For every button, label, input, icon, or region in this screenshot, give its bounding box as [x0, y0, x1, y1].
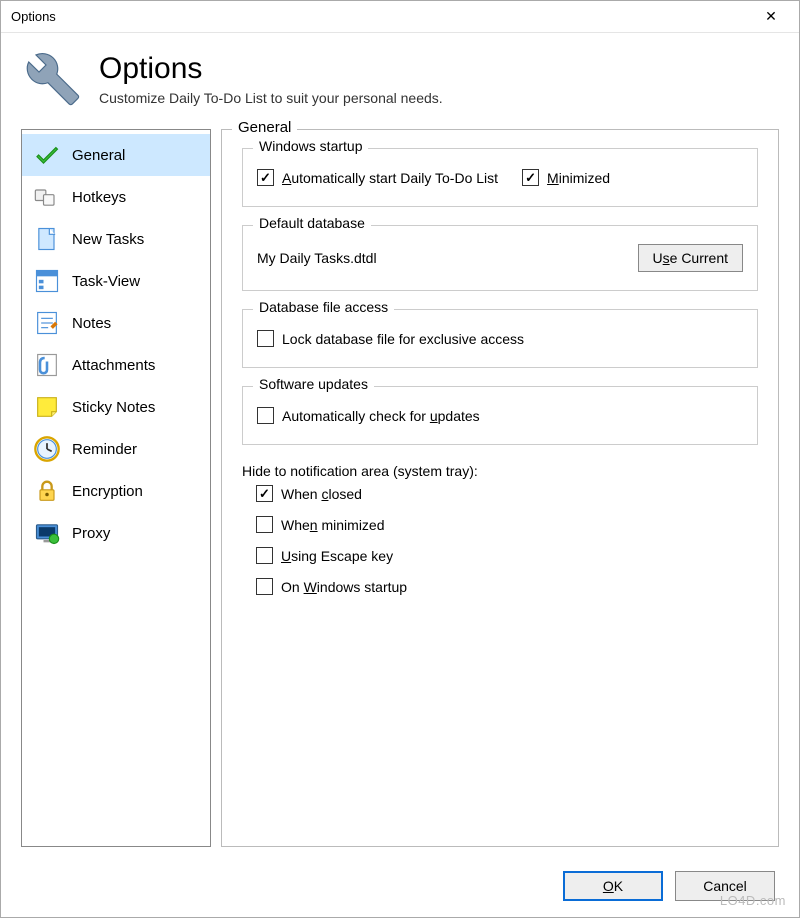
- options-window: Options ✕ Options Customize Daily To-Do …: [0, 0, 800, 918]
- sidebar-item-task-view[interactable]: Task-View: [22, 260, 210, 302]
- default-database-filename: My Daily Tasks.dtdl: [257, 250, 377, 266]
- escape-checkbox-row[interactable]: Using Escape key: [256, 547, 758, 564]
- sidebar-item-label: Hotkeys: [72, 189, 126, 206]
- auto-updates-label: Automatically check for updates: [282, 408, 480, 424]
- sidebar-item-encryption[interactable]: Encryption: [22, 470, 210, 512]
- auto-updates-checkbox-row[interactable]: Automatically check for updates: [257, 407, 743, 424]
- main-panel: General Windows startup Automatically st…: [221, 129, 779, 847]
- sidebar-item-label: Proxy: [72, 525, 110, 542]
- default-database-label: Default database: [253, 215, 371, 231]
- sidebar-item-label: Notes: [72, 315, 111, 332]
- sticky-note-icon: [32, 392, 62, 422]
- when-minimized-label: When minimized: [281, 517, 385, 533]
- sidebar-item-label: Task-View: [72, 273, 140, 290]
- sidebar-item-hotkeys[interactable]: Hotkeys: [22, 176, 210, 218]
- on-startup-label: On Windows startup: [281, 579, 407, 595]
- hide-tray-group: Hide to notification area (system tray):…: [242, 463, 758, 595]
- lock-db-checkbox-row[interactable]: Lock database file for exclusive access: [257, 330, 743, 347]
- software-updates-group: Software updates Automatically check for…: [242, 386, 758, 445]
- watermark: LO4D.com: [720, 893, 786, 908]
- keyboard-icon: [32, 182, 62, 212]
- sidebar-item-proxy[interactable]: Proxy: [22, 512, 210, 554]
- sidebar-item-attachments[interactable]: Attachments: [22, 344, 210, 386]
- paperclip-icon: [32, 350, 62, 380]
- minimized-checkbox[interactable]: [522, 169, 539, 186]
- sidebar-item-label: New Tasks: [72, 231, 144, 248]
- sidebar-item-label: Attachments: [72, 357, 155, 374]
- when-minimized-checkbox[interactable]: [256, 516, 273, 533]
- on-startup-checkbox[interactable]: [256, 578, 273, 595]
- close-button[interactable]: ✕: [751, 3, 791, 31]
- close-icon: ✕: [765, 8, 777, 25]
- auto-start-checkbox[interactable]: [257, 169, 274, 186]
- header: Options Customize Daily To-Do List to su…: [1, 33, 799, 129]
- sidebar-item-general[interactable]: General: [22, 134, 210, 176]
- windows-startup-label: Windows startup: [253, 138, 368, 154]
- sidebar-item-label: General: [72, 147, 125, 164]
- sidebar-item-label: Encryption: [72, 483, 143, 500]
- lock-db-checkbox[interactable]: [257, 330, 274, 347]
- sidebar-item-new-tasks[interactable]: New Tasks: [22, 218, 210, 260]
- when-closed-label: When closed: [281, 486, 362, 502]
- when-minimized-checkbox-row[interactable]: When minimized: [256, 516, 758, 533]
- auto-start-checkbox-row[interactable]: Automatically start Daily To-Do List: [257, 169, 498, 186]
- minimized-checkbox-row[interactable]: Minimized: [522, 169, 610, 186]
- titlebar: Options ✕: [1, 1, 799, 33]
- sidebar-item-label: Reminder: [72, 441, 137, 458]
- escape-checkbox[interactable]: [256, 547, 273, 564]
- page-title: Options: [99, 52, 443, 86]
- escape-label: Using Escape key: [281, 548, 393, 564]
- when-closed-checkbox-row[interactable]: When closed: [256, 485, 758, 502]
- windows-startup-group: Windows startup Automatically start Dail…: [242, 148, 758, 207]
- use-current-button[interactable]: Use Current: [638, 244, 743, 272]
- notes-icon: [32, 308, 62, 338]
- on-startup-checkbox-row[interactable]: On Windows startup: [256, 578, 758, 595]
- lock-db-label: Lock database file for exclusive access: [282, 331, 524, 347]
- body: General Hotkeys New Tasks Task-View: [1, 129, 799, 857]
- auto-start-label: Automatically start Daily To-Do List: [282, 170, 498, 186]
- hide-tray-label: Hide to notification area (system tray):: [242, 463, 758, 479]
- sidebar-item-label: Sticky Notes: [72, 399, 155, 416]
- db-file-access-group: Database file access Lock database file …: [242, 309, 758, 368]
- footer: OK Cancel: [1, 857, 799, 917]
- default-database-group: Default database My Daily Tasks.dtdl Use…: [242, 225, 758, 291]
- sidebar-item-notes[interactable]: Notes: [22, 302, 210, 344]
- monitor-icon: [32, 518, 62, 548]
- when-closed-checkbox[interactable]: [256, 485, 273, 502]
- window-title: Options: [11, 9, 56, 24]
- lock-icon: [32, 476, 62, 506]
- software-updates-label: Software updates: [253, 376, 374, 392]
- general-frame: General Windows startup Automatically st…: [221, 129, 779, 847]
- sidebar-item-sticky-notes[interactable]: Sticky Notes: [22, 386, 210, 428]
- general-frame-label: General: [232, 119, 297, 136]
- sidebar: General Hotkeys New Tasks Task-View: [21, 129, 211, 847]
- clock-icon: [32, 434, 62, 464]
- minimized-label: Minimized: [547, 170, 610, 186]
- document-icon: [32, 224, 62, 254]
- sidebar-item-reminder[interactable]: Reminder: [22, 428, 210, 470]
- db-file-access-label: Database file access: [253, 299, 394, 315]
- page-subtitle: Customize Daily To-Do List to suit your …: [99, 90, 443, 106]
- auto-updates-checkbox[interactable]: [257, 407, 274, 424]
- checkmark-icon: [32, 140, 62, 170]
- wrench-icon: [25, 51, 81, 107]
- ok-button[interactable]: OK: [563, 871, 663, 901]
- task-view-icon: [32, 266, 62, 296]
